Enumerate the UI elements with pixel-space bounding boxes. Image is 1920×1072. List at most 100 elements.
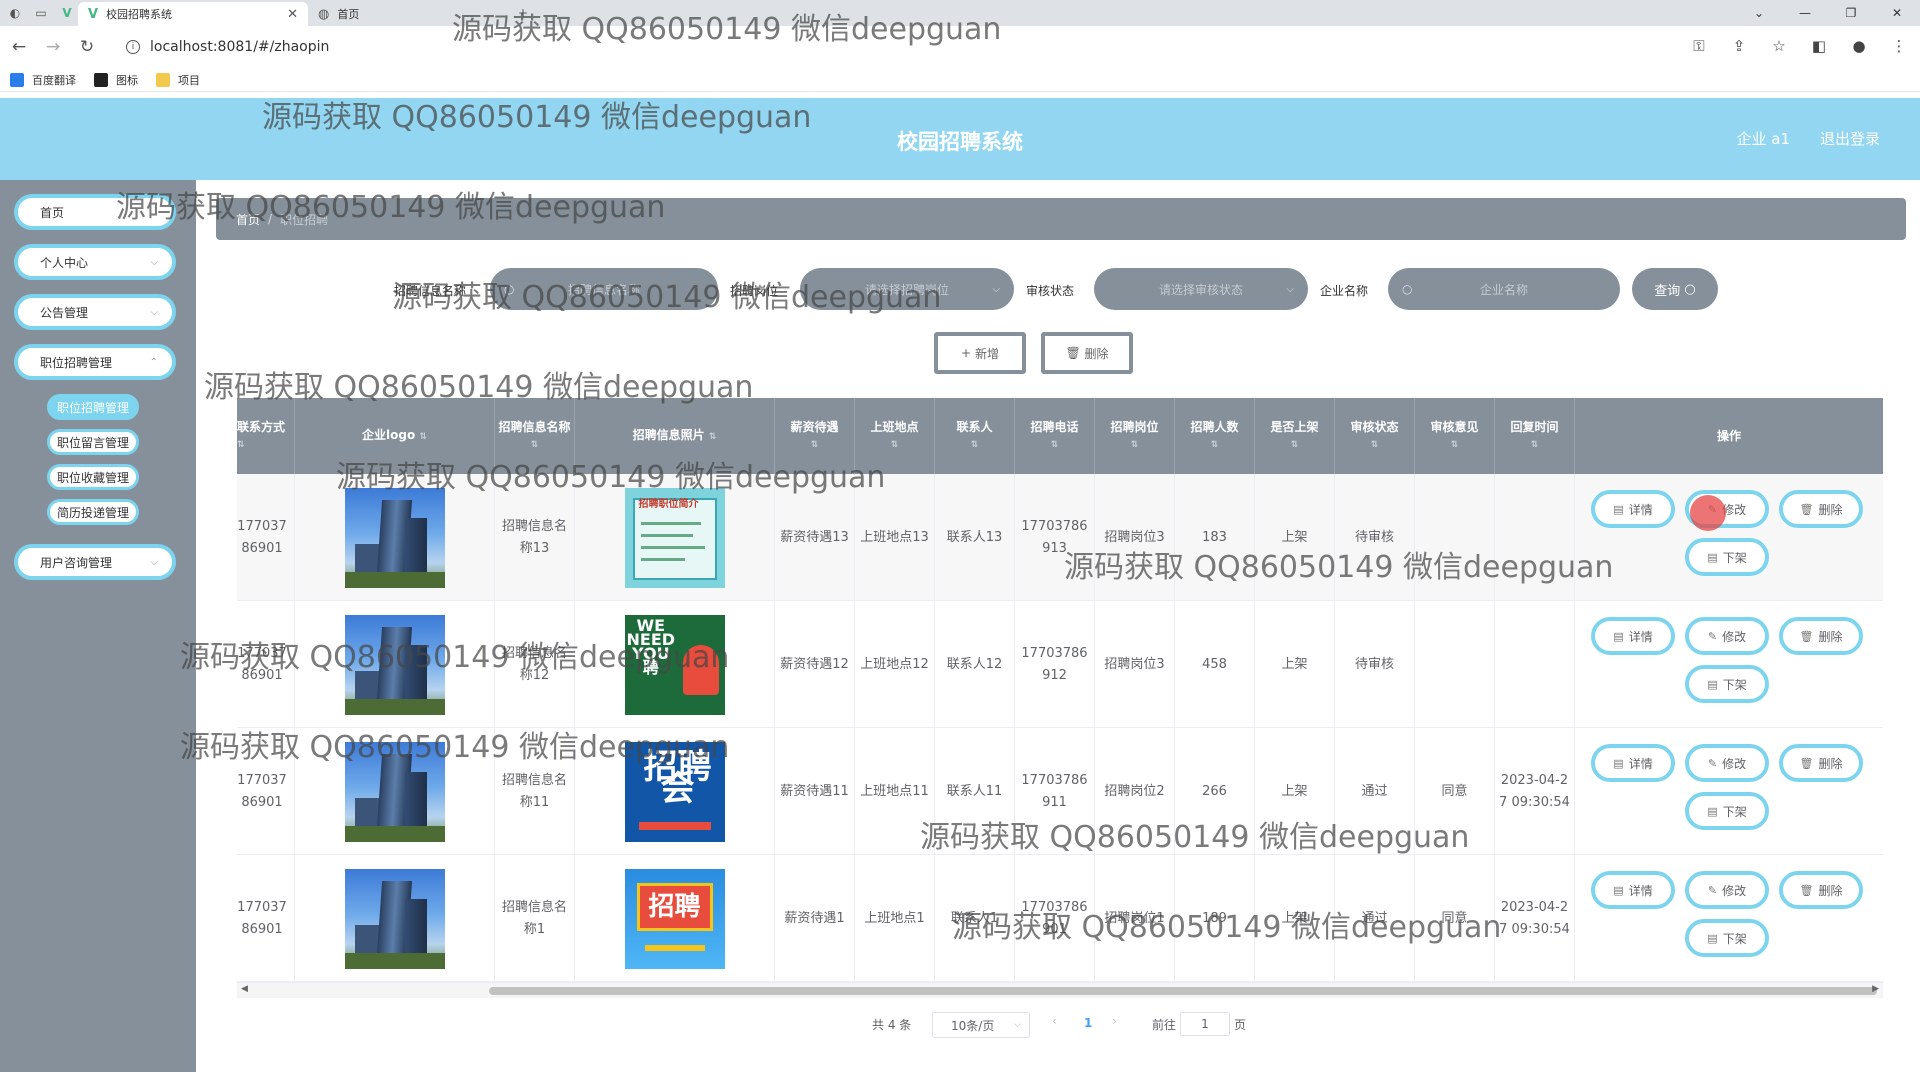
edit-button[interactable]: ✎ 修改 [1685, 744, 1769, 782]
sort-icon[interactable]: ⇅ [1451, 436, 1459, 454]
new-tab-icon[interactable]: + [512, 2, 534, 24]
sort-icon[interactable]: ⇅ [1291, 436, 1299, 454]
filter-status-select[interactable]: 请选择审核状态 ⌵ [1094, 268, 1308, 310]
scroll-right-icon[interactable]: ▶ [1872, 984, 1879, 994]
sort-icon[interactable]: ⇅ [971, 436, 979, 454]
th-logo[interactable]: 企业logo ⇅ [295, 398, 495, 474]
unlist-button[interactable]: ▤ 下架 [1685, 919, 1769, 957]
sidebar-subitem-resume[interactable]: 简历投递管理 [47, 499, 140, 525]
filter-company-input[interactable]: ○ 企业名称 [1388, 268, 1620, 310]
th-salary[interactable]: 薪资待遇 ⇅ [775, 398, 855, 474]
cell-salary: 薪资待遇11 [775, 728, 855, 855]
breadcrumb-home[interactable]: 首页 [236, 211, 260, 228]
cell-text: 17703786912 [1021, 645, 1088, 683]
th-listed[interactable]: 是否上架 ⇅ [1255, 398, 1335, 474]
sidebar-item-notice[interactable]: 公告管理 ⌵ [14, 294, 176, 330]
star-icon[interactable]: ☆ [1766, 32, 1792, 60]
page-number[interactable]: 1 [1084, 1016, 1092, 1030]
th-contact[interactable]: 联系方式 ⇅ [237, 398, 295, 474]
filter-position-select[interactable]: 请选择招聘岗位 ⌵ [800, 268, 1014, 310]
sort-icon[interactable]: ⇅ [1211, 436, 1219, 454]
sort-icon[interactable]: ⇅ [709, 432, 717, 442]
th-person[interactable]: 联系人 ⇅ [935, 398, 1015, 474]
th-status[interactable]: 审核状态 ⇅ [1335, 398, 1415, 474]
sort-icon[interactable]: ⇅ [1371, 436, 1379, 454]
unlist-button[interactable]: ▤ 下架 [1685, 665, 1769, 703]
sort-icon[interactable]: ⇅ [891, 436, 899, 454]
detail-button[interactable]: ▤ 详情 [1591, 871, 1675, 909]
sidebar-subitem-job-favorites[interactable]: 职位收藏管理 [47, 464, 140, 490]
goto-page-input[interactable]: 1 [1180, 1012, 1230, 1036]
delete-button[interactable]: 🗑 删除 [1779, 490, 1863, 528]
sidepanel-icon[interactable]: ◧ [1806, 32, 1832, 60]
sort-icon[interactable]: ⇅ [419, 432, 427, 442]
page-size-select[interactable]: 10条/页 ⌵ [932, 1012, 1030, 1038]
th-count[interactable]: 招聘人数 ⇅ [1175, 398, 1255, 474]
filter-name-input[interactable]: ○ 招聘信息名称 [490, 268, 718, 310]
sidebar-subitem-job-messages[interactable]: 职位留言管理 [47, 429, 140, 455]
th-phone[interactable]: 招聘电话 ⇅ [1015, 398, 1095, 474]
edit-button[interactable]: ✎ 修改 [1685, 617, 1769, 655]
detail-button[interactable]: ▤ 详情 [1591, 617, 1675, 655]
add-button[interactable]: + 新增 [934, 332, 1026, 374]
delete-button[interactable]: 🗑 删除 [1779, 744, 1863, 782]
horizontal-scrollbar[interactable]: ◀ ▶ [237, 982, 1883, 998]
key-icon[interactable]: ⚿ [1686, 32, 1712, 60]
sort-icon[interactable]: ⇅ [237, 436, 245, 454]
logout-link[interactable]: 退出登录 [1820, 128, 1880, 149]
forward-icon[interactable]: → [38, 32, 68, 62]
tab-list-icon[interactable]: ⌄ [1736, 0, 1782, 26]
sidebar-subitem-job-manage[interactable]: 职位招聘管理 [47, 394, 140, 420]
detail-button[interactable]: ▤ 详情 [1591, 744, 1675, 782]
sidebar-item-consult[interactable]: 用户咨询管理 ⌵ [14, 544, 176, 580]
restore-icon[interactable]: ❐ [1828, 0, 1874, 26]
bookmark-item[interactable]: 百度翻译 [10, 72, 76, 88]
scroll-left-icon[interactable]: ◀ [241, 984, 248, 994]
share-icon[interactable]: ⇪ [1726, 32, 1752, 60]
close-window-icon[interactable]: ✕ [1874, 0, 1920, 26]
current-user[interactable]: 企业 a1 [1736, 128, 1790, 149]
cell-phone: 17703786911 [1015, 728, 1095, 855]
unlist-button[interactable]: ▤ 下架 [1685, 792, 1769, 830]
scrollbar-thumb[interactable] [489, 987, 1877, 995]
sort-icon[interactable]: ⇅ [1131, 436, 1139, 454]
minimize-icon[interactable]: — [1782, 0, 1828, 26]
sidebar-item-home[interactable]: 首页 [14, 194, 176, 230]
th-opinion[interactable]: 审核意见 ⇅ [1415, 398, 1495, 474]
url-field[interactable]: i localhost:8081/#/zhaopin [112, 32, 1712, 62]
sort-icon[interactable]: ⇅ [1051, 436, 1059, 454]
menu-icon[interactable]: ⋮ [1886, 32, 1912, 60]
close-tab-icon[interactable]: ✕ [287, 7, 298, 22]
sidebar-item-jobs[interactable]: 职位招聘管理 ⌃ [14, 344, 176, 380]
delete-button[interactable]: 🗑 删除 [1779, 871, 1863, 909]
th-location[interactable]: 上班地点 ⇅ [855, 398, 935, 474]
th-position[interactable]: 招聘岗位 ⇅ [1095, 398, 1175, 474]
browser-tab-active[interactable]: V 校园招聘系统 ✕ [78, 2, 308, 26]
next-page-icon[interactable]: › [1112, 1014, 1117, 1028]
sort-icon[interactable]: ⇅ [531, 436, 539, 454]
cell-count: 183 [1175, 474, 1255, 601]
bookmark-item[interactable]: 项目 [156, 72, 200, 88]
bookmark-item[interactable]: 图标 [94, 72, 138, 88]
back-icon[interactable]: ← [4, 32, 34, 62]
th-reply-time[interactable]: 回复时间 ⇅ [1495, 398, 1575, 474]
tab-group-icon[interactable]: ▭ [30, 2, 52, 24]
detail-button[interactable]: ▤ 详情 [1591, 490, 1675, 528]
sort-icon[interactable]: ⇅ [811, 436, 819, 454]
document-icon: ▤ [1613, 629, 1624, 643]
browser-tab[interactable]: ◍ 首页 [308, 2, 508, 26]
info-icon[interactable]: i [126, 40, 140, 54]
prev-page-icon[interactable]: ‹ [1052, 1014, 1057, 1028]
query-button[interactable]: 查询 ○ [1632, 268, 1718, 310]
reload-icon[interactable]: ↻ [72, 32, 102, 62]
profile-icon[interactable]: ● [1846, 32, 1872, 60]
unlist-button[interactable]: ▤ 下架 [1685, 538, 1769, 576]
delete-button[interactable]: 🗑 删除 [1779, 617, 1863, 655]
sort-icon[interactable]: ⇅ [1531, 436, 1539, 454]
batch-delete-button[interactable]: 🗑 删除 [1041, 332, 1133, 374]
th-photo[interactable]: 招聘信息照片 ⇅ [575, 398, 775, 474]
edit-button[interactable]: ✎ 修改 [1685, 871, 1769, 909]
th-name[interactable]: 招聘信息名称 ⇅ [495, 398, 575, 474]
tab-search-icon[interactable]: ◐ [4, 2, 26, 24]
sidebar-item-profile[interactable]: 个人中心 ⌵ [14, 244, 176, 280]
